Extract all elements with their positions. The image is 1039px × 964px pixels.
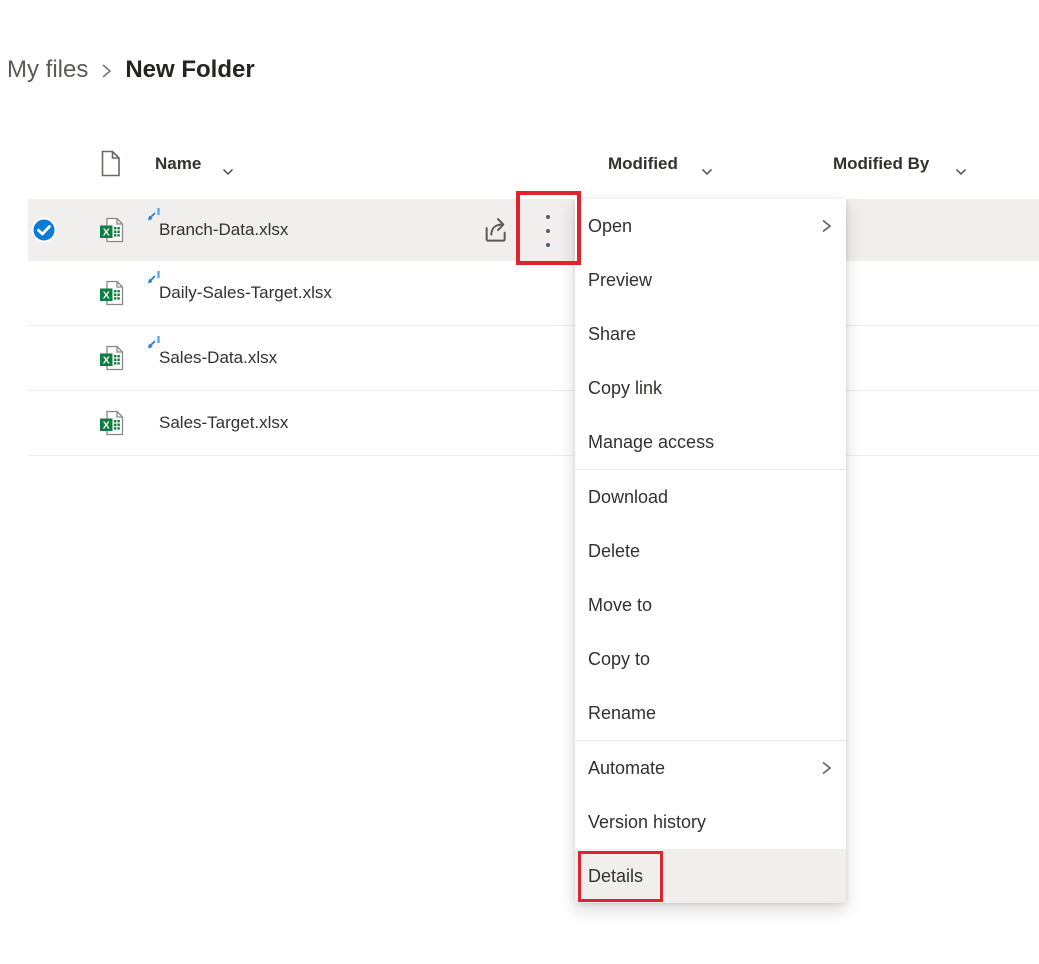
column-header-name[interactable]: Name	[155, 154, 201, 174]
file-row-sales-target[interactable]: X Sales-Target.xlsx	[28, 391, 1039, 456]
menu-item-manage-access[interactable]: Manage access	[575, 415, 846, 469]
file-name[interactable]: Sales-Data.xlsx	[159, 326, 277, 390]
file-row-sales-data[interactable]: X Sales-Data.xlsx	[28, 326, 1039, 391]
menu-item-label: Delete	[588, 540, 641, 561]
excel-file-icon: X	[99, 344, 127, 377]
menu-item-label: Manage access	[588, 431, 715, 452]
file-name[interactable]: Branch-Data.xlsx	[159, 199, 288, 261]
context-menu: Open Preview Share Copy link Manage acce…	[575, 199, 846, 903]
svg-text:X: X	[103, 419, 110, 431]
document-icon	[99, 150, 122, 182]
breadcrumb-my-files[interactable]: My files	[7, 56, 88, 84]
chevron-down-icon[interactable]	[955, 163, 967, 181]
menu-item-download[interactable]: Download	[575, 470, 846, 524]
menu-item-label: Copy to	[588, 648, 651, 669]
file-row-daily-sales-target[interactable]: X Daily-Sales-Target.xlsx	[28, 261, 1039, 326]
menu-item-share[interactable]: Share	[575, 307, 846, 361]
column-header-modified[interactable]: Modified	[608, 154, 678, 174]
onedrive-file-list-page: My files New Folder Name Modified Modifi…	[0, 0, 1039, 964]
menu-item-automate[interactable]: Automate	[575, 741, 846, 795]
menu-item-label: Copy link	[588, 377, 663, 398]
menu-item-label: Download	[588, 486, 669, 507]
menu-item-version-history[interactable]: Version history	[575, 795, 846, 849]
column-header-modified-by[interactable]: Modified By	[833, 154, 929, 174]
more-actions-ellipsis-icon[interactable]	[544, 215, 552, 247]
breadcrumb: My files New Folder	[7, 56, 255, 84]
svg-text:X: X	[103, 289, 110, 301]
menu-item-label: Share	[588, 323, 637, 344]
menu-item-copy-to[interactable]: Copy to	[575, 632, 846, 686]
menu-item-label: Automate	[588, 757, 666, 778]
chevron-down-icon[interactable]	[222, 163, 234, 181]
menu-item-label: Rename	[588, 702, 657, 723]
menu-item-details[interactable]: Details	[575, 849, 846, 903]
svg-text:X: X	[103, 354, 110, 366]
excel-file-icon: X	[99, 216, 127, 249]
file-name[interactable]: Daily-Sales-Target.xlsx	[159, 261, 332, 325]
menu-item-label: Move to	[588, 594, 653, 615]
chevron-down-icon[interactable]	[701, 163, 713, 181]
menu-item-label: Version history	[588, 811, 707, 832]
excel-file-icon: X	[99, 409, 127, 442]
file-name[interactable]: Sales-Target.xlsx	[159, 391, 288, 455]
menu-item-delete[interactable]: Delete	[575, 524, 846, 578]
breadcrumb-current-folder: New Folder	[125, 56, 255, 83]
menu-item-open[interactable]: Open	[575, 199, 846, 253]
svg-text:X: X	[103, 226, 110, 238]
file-row-branch-data[interactable]: X Branch-Data.xlsx	[28, 199, 1039, 261]
excel-file-icon: X	[99, 279, 127, 312]
chevron-right-icon	[821, 217, 832, 235]
menu-item-move-to[interactable]: Move to	[575, 578, 846, 632]
check-circle-icon[interactable]	[31, 217, 57, 243]
menu-item-label: Open	[588, 215, 633, 236]
menu-item-preview[interactable]: Preview	[575, 253, 846, 307]
menu-item-label: Preview	[588, 269, 653, 290]
chevron-right-icon	[821, 759, 832, 777]
breadcrumb-chevron-icon	[101, 62, 112, 80]
menu-item-copy-link[interactable]: Copy link	[575, 361, 846, 415]
menu-item-rename[interactable]: Rename	[575, 686, 846, 740]
menu-item-label: Details	[588, 865, 644, 886]
share-icon[interactable]	[480, 214, 512, 251]
